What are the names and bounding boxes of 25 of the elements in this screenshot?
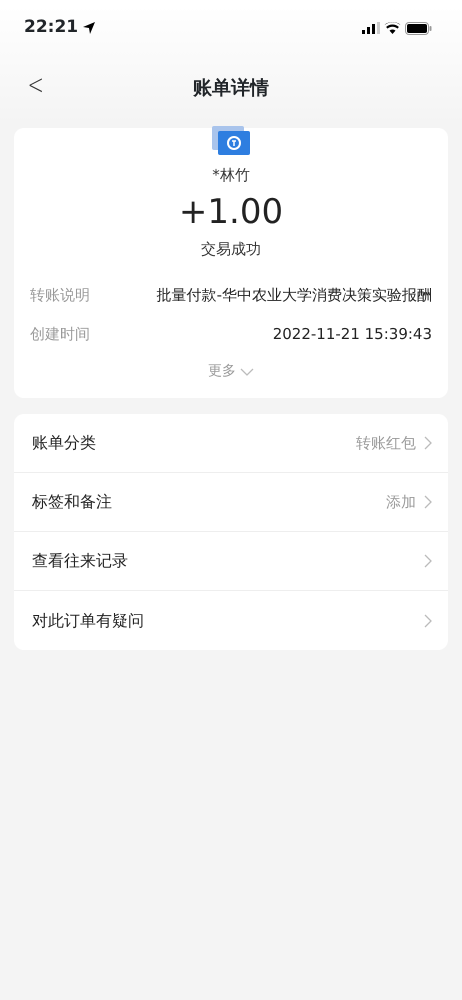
status-time: 22:21 [24,16,78,40]
back-button[interactable]: < [23,70,48,100]
field-value: 批量付款-华中农业大学消费决策实验报酬 [156,285,432,306]
menu-item-value: 添加 [386,492,416,513]
chevron-right-icon [424,495,432,509]
chevron-right-icon [424,614,432,628]
field-label: 创建时间 [30,324,91,344]
wifi-icon [384,22,401,34]
location-icon [82,21,96,35]
battery-icon [405,22,432,34]
menu-item[interactable]: 标签和备注 添加 [14,473,448,532]
payer-name: *林竹 [211,165,251,186]
page-title: 账单详情 [193,76,269,101]
menu-item-value: 转账红包 [356,432,416,454]
amount: +1.00 [178,190,284,234]
menu-item[interactable]: 查看往来记录 [14,532,448,591]
chevron-right-icon [424,554,432,568]
field-label: 转账说明 [30,285,91,306]
chevron-down-icon [240,368,254,376]
menu-item[interactable]: 对此订单有疑问 [14,591,448,650]
transaction-status: 交易成功 [200,238,262,260]
signal-icon [362,22,380,34]
chevron-right-icon [424,436,432,450]
menu-item[interactable]: 账单分类 转账红包 [14,414,448,473]
field-value: 2022-11-21 15:39:43 [272,324,432,344]
